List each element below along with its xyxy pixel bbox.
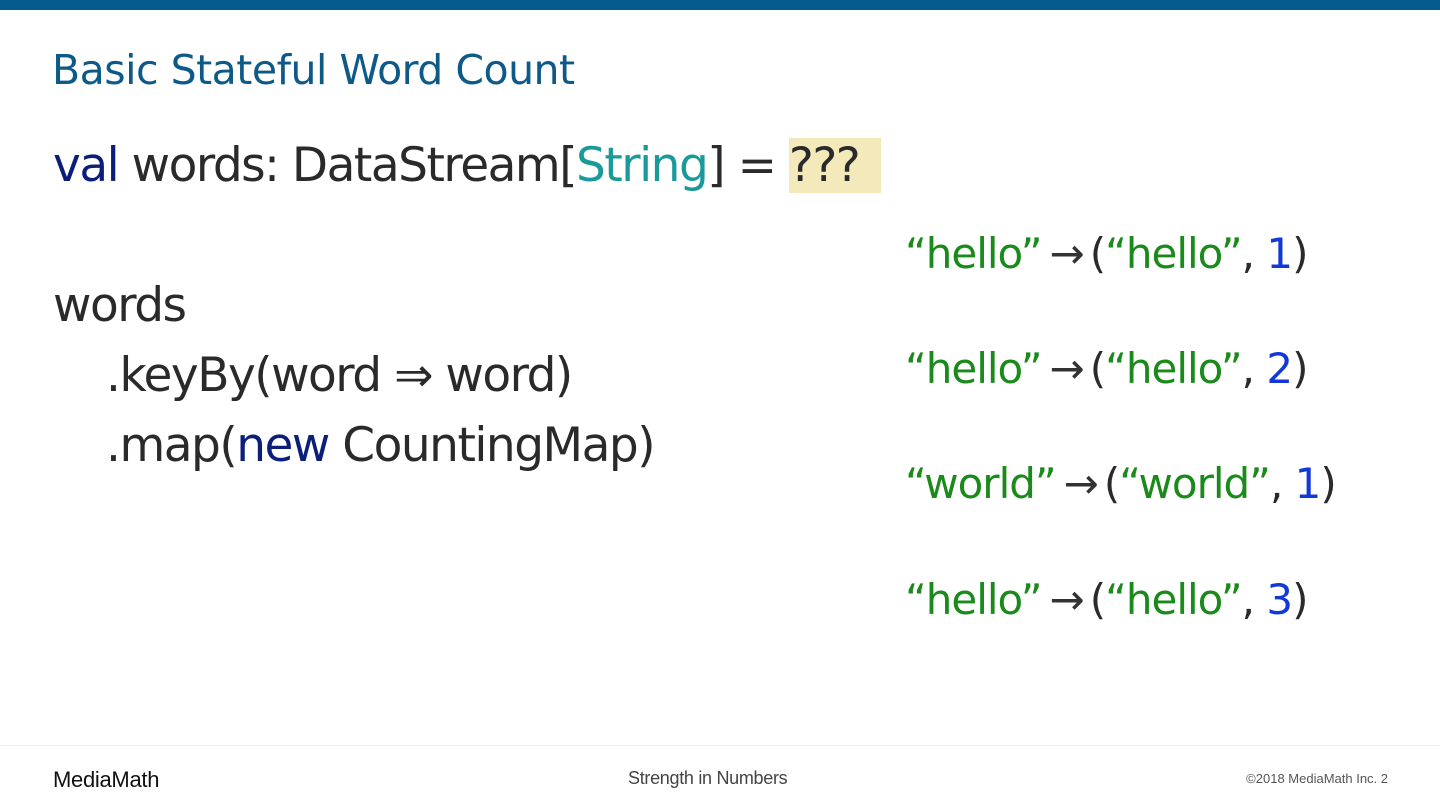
separator: , — [1241, 229, 1267, 278]
paren: ) — [1320, 459, 1336, 508]
paren: ( — [1089, 575, 1106, 624]
arrow-icon: → — [1049, 229, 1085, 278]
code-text: ] = — [707, 138, 789, 193]
code-line-words: words — [53, 278, 187, 333]
paren: ( — [1089, 229, 1106, 278]
input-word: “hello” — [905, 575, 1043, 624]
paren: ) — [1292, 229, 1308, 278]
input-word: “world” — [905, 459, 1057, 508]
arrow-icon: → — [1049, 344, 1085, 393]
top-accent-bar — [0, 0, 1440, 10]
mapping-row: “hello” → (“hello”, 2) — [905, 341, 1308, 397]
input-word: “hello” — [905, 344, 1043, 393]
keyword-val: val — [53, 138, 120, 193]
separator: , — [1241, 344, 1267, 393]
separator: , — [1241, 575, 1267, 624]
input-word: “hello” — [905, 229, 1043, 278]
code-text: words: DataStream[ — [118, 138, 578, 193]
output-key: “hello” — [1105, 344, 1243, 393]
brand-logo: MediaMath — [53, 767, 160, 792]
code-line-keyby: .keyBy(word ⇒ word) — [106, 348, 573, 403]
code-text: CountingMap) — [328, 418, 655, 473]
footer-copyright: ©2018 MediaMath Inc. 2 — [1246, 771, 1388, 786]
keyword-new: new — [236, 418, 330, 473]
code-line-map: .map(new CountingMap) — [106, 416, 656, 476]
output-count: 1 — [1266, 229, 1293, 278]
arrow-icon: → — [1063, 459, 1099, 508]
paren: ( — [1103, 459, 1120, 508]
paren: ) — [1292, 344, 1308, 393]
code-text: .map( — [106, 418, 238, 473]
arrow-icon: → — [1049, 575, 1085, 624]
output-key: “hello” — [1105, 575, 1243, 624]
footer-divider — [0, 745, 1440, 746]
mapping-row: “world” → (“world”, 1) — [905, 456, 1337, 512]
output-count: 2 — [1266, 344, 1293, 393]
highlighted-placeholder: ??? — [788, 138, 882, 193]
slide-title: Basic Stateful Word Count — [52, 46, 575, 94]
output-count: 1 — [1294, 459, 1322, 508]
type-string: String — [576, 138, 709, 193]
separator: , — [1269, 459, 1295, 508]
paren: ( — [1089, 344, 1106, 393]
mapping-row: “hello” → (“hello”, 3) — [905, 572, 1308, 628]
paren: ) — [1292, 575, 1308, 624]
footer-tagline: Strength in Numbers — [628, 768, 788, 788]
code-line-declaration: val words: DataStream[String] = ??? — [53, 136, 882, 196]
mapping-row: “hello” → (“hello”, 1) — [905, 226, 1308, 282]
output-key: “hello” — [1105, 229, 1243, 278]
output-key: “world” — [1119, 459, 1271, 508]
output-count: 3 — [1266, 575, 1293, 624]
